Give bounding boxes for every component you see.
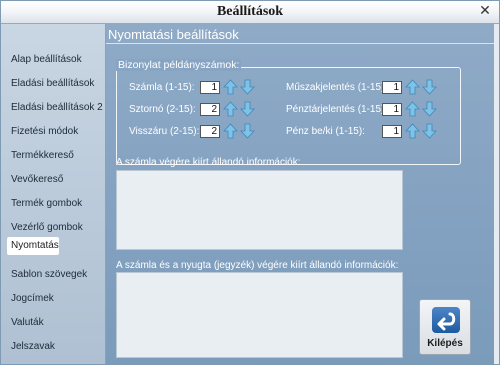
invoice-footer-label: A számla végére kiírt állandó információ… (116, 157, 301, 168)
increment-arrow-up-icon[interactable] (223, 123, 238, 139)
invoice-copies-label: Számla (1-15): (129, 82, 195, 93)
scrollbar[interactable] (494, 24, 499, 364)
decrement-arrow-down-icon[interactable] (240, 101, 255, 117)
sidebar-item-jelszavak[interactable]: Jelszavak (7, 338, 99, 356)
shift-report-copies-input[interactable]: 1 (382, 81, 402, 94)
decrement-arrow-down-icon[interactable] (240, 79, 255, 95)
sidebar-item-valutak[interactable]: Valuták (7, 314, 99, 332)
title-bar: Beállítások ✕ (1, 1, 499, 24)
exit-button-label: Kilépés (427, 338, 463, 349)
sidebar-item-termek-gombok[interactable]: Termék gombok (7, 195, 99, 213)
copies-group-title: Bizonylat példányszámok: (116, 59, 242, 71)
sidebar-item-eladasi[interactable]: Eladási beállítások (7, 75, 99, 93)
close-icon[interactable]: ✕ (477, 3, 493, 19)
sidebar-item-fizetesi[interactable]: Fizetési módok (7, 123, 99, 141)
cash-report-copies-label: Pénztárjelentés (1-15): (286, 104, 388, 115)
invoice-copies-input[interactable]: 1 (200, 81, 220, 94)
decrement-arrow-down-icon[interactable] (240, 123, 255, 139)
sidebar-item-alap[interactable]: Alap beállítások (7, 51, 99, 69)
storno-copies-label: Sztornó (2-15): (129, 104, 196, 115)
sidebar-item-eladasi-2[interactable]: Eladási beállítások 2 (7, 99, 103, 117)
return-copies-input[interactable]: 2 (200, 125, 220, 138)
cash-inout-copies-input[interactable]: 1 (382, 125, 402, 138)
cash-report-copies-input[interactable]: 1 (382, 103, 402, 116)
sidebar-item-jogcimek[interactable]: Jogcímek (7, 290, 99, 308)
sidebar-item-vezerlo-gombok[interactable]: Vezérlő gombok (7, 219, 99, 237)
increment-arrow-up-icon[interactable] (223, 79, 238, 95)
return-copies-label: Visszáru (2-15): (129, 126, 200, 137)
back-arrow-icon (432, 307, 460, 333)
window-title: Beállítások (216, 4, 284, 19)
decrement-arrow-down-icon[interactable] (422, 79, 437, 95)
storno-copies-input[interactable]: 2 (200, 103, 220, 116)
page-title: Nyomtatási beállítások (106, 26, 499, 44)
increment-arrow-up-icon[interactable] (223, 101, 238, 117)
sidebar: Alap beállítások Eladási beállítások Ela… (1, 24, 106, 364)
decrement-arrow-down-icon[interactable] (422, 101, 437, 117)
cash-inout-copies-label: Pénz be/ki (1-15): (286, 126, 365, 137)
sidebar-item-termekkereso[interactable]: Termékkereső (7, 147, 99, 165)
sidebar-item-sablon[interactable]: Sablon szövegek (7, 266, 99, 284)
invoice-footer-textarea[interactable] (116, 170, 403, 250)
invoice-receipt-footer-textarea[interactable] (116, 272, 403, 358)
sidebar-item-nyomtatas[interactable]: Nyomtatás (7, 237, 59, 255)
shift-report-copies-label: Műszakjelentés (1-15): (286, 82, 388, 93)
decrement-arrow-down-icon[interactable] (422, 123, 437, 139)
increment-arrow-up-icon[interactable] (405, 123, 420, 139)
increment-arrow-up-icon[interactable] (405, 79, 420, 95)
invoice-receipt-footer-label: A számla és a nyugta (jegyzék) végére ki… (116, 260, 399, 271)
sidebar-item-vevokereso[interactable]: Vevőkereső (7, 171, 99, 189)
increment-arrow-up-icon[interactable] (405, 101, 420, 117)
exit-button[interactable]: Kilépés (419, 299, 471, 355)
settings-window: Beállítások ✕ Alap beállítások Eladási b… (0, 0, 500, 365)
